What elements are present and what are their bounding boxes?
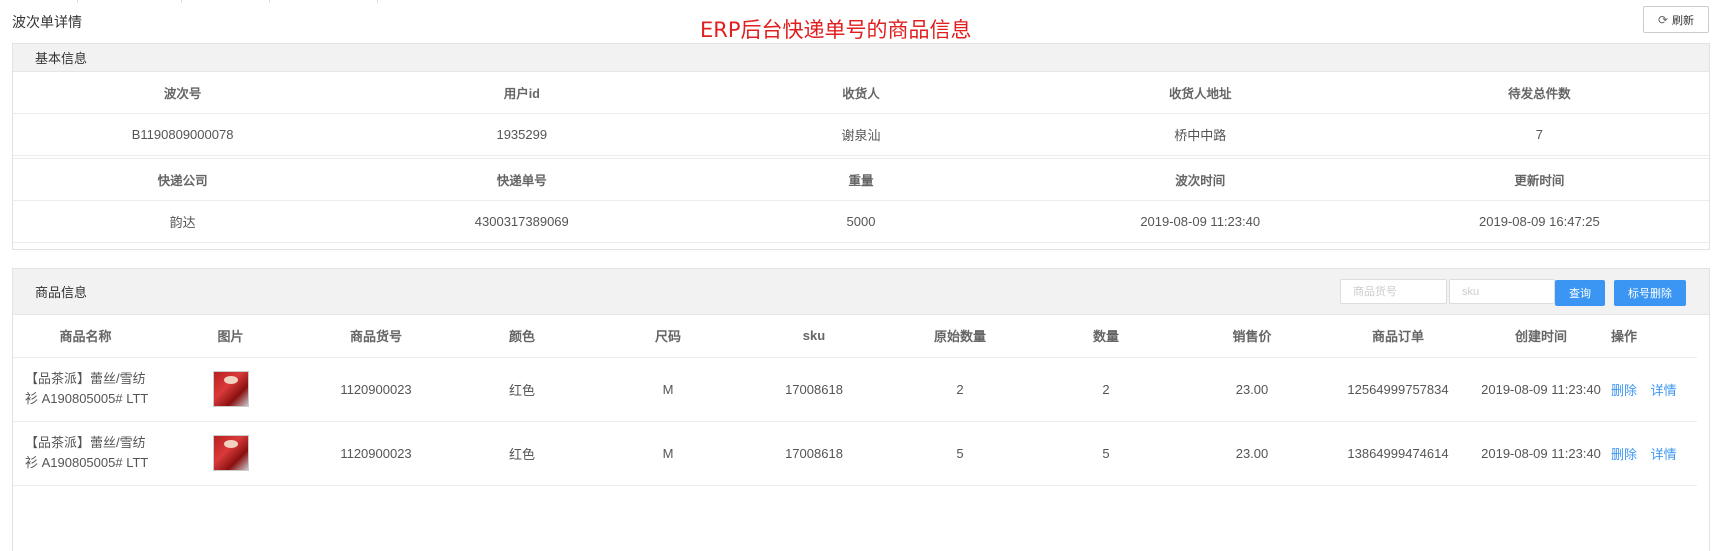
label-wave-time: 波次时间 bbox=[1030, 159, 1370, 201]
product-name-line: 【品茶派】蕾丝/雪纺 bbox=[25, 371, 146, 386]
delete-link[interactable]: 删除 bbox=[1611, 383, 1637, 398]
cell-sale-price: 23.00 bbox=[1179, 421, 1325, 486]
cell-created-time: 2019-08-09 11:23:40 bbox=[1471, 421, 1611, 486]
cell-qty: 2 bbox=[1033, 357, 1179, 422]
cell-created-time: 2019-08-09 11:23:40 bbox=[1471, 357, 1611, 422]
refresh-button[interactable]: ⟳ 刷新 bbox=[1643, 6, 1709, 33]
basic-info-row-1-labels: 波次号 用户id 收货人 收货人地址 待发总件数 bbox=[13, 72, 1709, 114]
label-tracking-number: 快递单号 bbox=[352, 159, 692, 201]
table-row: 【品茶派】蕾丝/雪纺 衫 A190805005# LTT 1120900023 … bbox=[13, 357, 1697, 422]
value-user-id: 1935299 bbox=[352, 114, 692, 156]
value-tracking-number: 4300317389069 bbox=[352, 201, 692, 243]
mark-delete-button[interactable]: 标号删除 bbox=[1614, 280, 1686, 306]
cell-image bbox=[158, 421, 303, 486]
cell-product-order: 13864999474614 bbox=[1325, 421, 1471, 486]
cell-image bbox=[158, 357, 303, 422]
col-product-name: 商品名称 bbox=[13, 315, 158, 358]
annotation-text: ERP后台快递单号的商品信息 bbox=[700, 18, 972, 42]
refresh-label: 刷新 bbox=[1672, 14, 1695, 27]
label-consignee: 收货人 bbox=[691, 72, 1031, 114]
goods-table-header: 商品名称 图片 商品货号 颜色 尺码 sku 原始数量 数量 销售价 商品订单 … bbox=[13, 315, 1697, 358]
label-wave-number: 波次号 bbox=[13, 72, 353, 114]
cell-size: M bbox=[595, 421, 741, 486]
basic-info-row-2-values: 韵达 4300317389069 5000 2019-08-09 11:23:4… bbox=[13, 201, 1709, 243]
query-button[interactable]: 查询 bbox=[1555, 280, 1605, 306]
page-title: 波次单详情 bbox=[12, 14, 82, 30]
label-weight: 重量 bbox=[691, 159, 1031, 201]
product-code-search-input[interactable] bbox=[1340, 279, 1447, 304]
goods-search-group bbox=[1340, 279, 1555, 304]
col-product-code: 商品货号 bbox=[303, 315, 449, 358]
value-express-company: 韵达 bbox=[13, 201, 353, 243]
refresh-icon: ⟳ bbox=[1657, 12, 1669, 27]
cell-original-qty: 2 bbox=[887, 357, 1033, 422]
delete-link[interactable]: 删除 bbox=[1611, 447, 1637, 462]
tab-edge bbox=[78, 0, 182, 3]
cell-color: 红色 bbox=[449, 421, 595, 486]
label-express-company: 快递公司 bbox=[13, 159, 353, 201]
col-color: 颜色 bbox=[449, 315, 595, 358]
col-sale-price: 销售价 bbox=[1179, 315, 1325, 358]
col-sku: sku bbox=[741, 315, 887, 358]
goods-info-panel: 商品信息 查询 标号删除 商品名称 图片 商品货号 颜色 尺码 sku 原始数量… bbox=[12, 268, 1710, 551]
tab-edge bbox=[182, 0, 270, 3]
product-name-line: 衫 A190805005# LTT bbox=[25, 391, 149, 406]
cell-product-code: 1120900023 bbox=[303, 357, 449, 422]
goods-info-title: 商品信息 bbox=[35, 285, 88, 300]
product-thumbnail-icon[interactable] bbox=[212, 371, 249, 407]
basic-info-panel: 基本信息 波次号 用户id 收货人 收货人地址 待发总件数 B119080900… bbox=[12, 43, 1710, 250]
col-qty: 数量 bbox=[1033, 315, 1179, 358]
cell-color: 红色 bbox=[449, 357, 595, 422]
cell-product-order: 12564999757834 bbox=[1325, 357, 1471, 422]
col-created-time: 创建时间 bbox=[1471, 315, 1611, 358]
value-wave-time: 2019-08-09 11:23:40 bbox=[1030, 201, 1370, 243]
cell-sku: 17008618 bbox=[741, 421, 887, 486]
label-user-id: 用户id bbox=[352, 72, 692, 114]
goods-table: 商品名称 图片 商品货号 颜色 尺码 sku 原始数量 数量 销售价 商品订单 … bbox=[13, 315, 1697, 486]
label-pending-total: 待发总件数 bbox=[1369, 72, 1709, 114]
col-image: 图片 bbox=[158, 315, 303, 358]
tab-edge bbox=[270, 0, 378, 3]
cell-actions: 删除 详情 bbox=[1611, 357, 1697, 422]
col-size: 尺码 bbox=[595, 315, 741, 358]
product-thumbnail-icon[interactable] bbox=[212, 435, 249, 471]
cell-qty: 5 bbox=[1033, 421, 1179, 486]
value-update-time: 2019-08-09 16:47:25 bbox=[1369, 201, 1709, 243]
value-wave-number: B1190809000078 bbox=[13, 114, 353, 156]
col-actions: 操作 bbox=[1611, 315, 1697, 358]
detail-link[interactable]: 详情 bbox=[1651, 383, 1677, 398]
col-product-order: 商品订单 bbox=[1325, 315, 1471, 358]
sku-search-input[interactable] bbox=[1449, 279, 1555, 304]
cell-product-name: 【品茶派】蕾丝/雪纺 衫 A190805005# LTT bbox=[13, 421, 158, 486]
col-original-qty: 原始数量 bbox=[887, 315, 1033, 358]
table-row: 【品茶派】蕾丝/雪纺 衫 A190805005# LTT 1120900023 … bbox=[13, 421, 1697, 486]
value-consignee-address: 桥中中路 bbox=[1030, 114, 1370, 156]
basic-info-row-1-values: B1190809000078 1935299 谢泉汕 桥中中路 7 bbox=[13, 114, 1709, 156]
cell-product-name: 【品茶派】蕾丝/雪纺 衫 A190805005# LTT bbox=[13, 357, 158, 422]
value-pending-total: 7 bbox=[1369, 114, 1709, 156]
cell-actions: 删除 详情 bbox=[1611, 421, 1697, 486]
goods-info-header: 商品信息 查询 标号删除 bbox=[13, 269, 1709, 315]
label-update-time: 更新时间 bbox=[1369, 159, 1709, 201]
cell-sku: 17008618 bbox=[741, 357, 887, 422]
cell-size: M bbox=[595, 357, 741, 422]
product-name-line: 【品茶派】蕾丝/雪纺 bbox=[25, 435, 146, 450]
value-weight: 5000 bbox=[691, 201, 1031, 243]
top-tab-strip bbox=[0, 0, 380, 3]
tab-edge bbox=[0, 0, 78, 3]
value-consignee: 谢泉汕 bbox=[691, 114, 1031, 156]
cell-product-code: 1120900023 bbox=[303, 421, 449, 486]
basic-info-row-2-labels: 快递公司 快递单号 重量 波次时间 更新时间 bbox=[13, 159, 1709, 201]
product-name-line: 衫 A190805005# LTT bbox=[25, 455, 149, 470]
detail-link[interactable]: 详情 bbox=[1651, 447, 1677, 462]
label-consignee-address: 收货人地址 bbox=[1030, 72, 1370, 114]
cell-original-qty: 5 bbox=[887, 421, 1033, 486]
cell-sale-price: 23.00 bbox=[1179, 357, 1325, 422]
basic-info-header: 基本信息 bbox=[13, 44, 1709, 72]
